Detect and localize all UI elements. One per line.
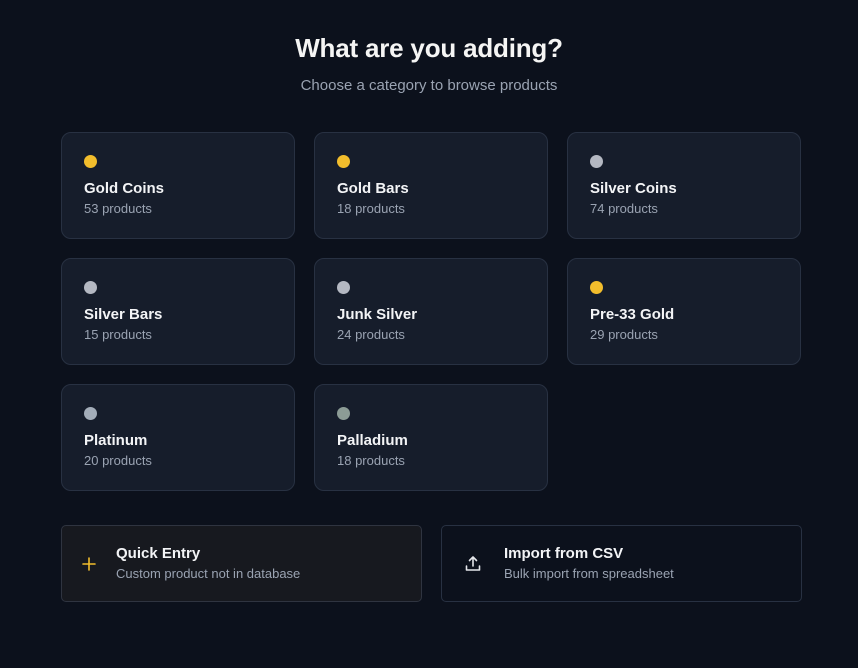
category-color-dot [337,407,350,420]
category-name: Silver Coins [590,180,677,197]
quick-entry-button[interactable]: Quick Entry Custom product not in databa… [61,525,422,602]
category-name: Silver Bars [84,306,163,323]
quick-entry-text: Quick Entry Custom product not in databa… [116,545,300,582]
category-color-dot [84,155,97,168]
import-csv-subtitle: Bulk import from spreadsheet [504,566,674,581]
category-name: Gold Coins [84,180,164,197]
category-card-platinum[interactable]: Platinum 20 products [61,384,295,491]
category-name: Platinum [84,432,148,449]
category-count: 74 products [590,201,658,216]
page-subtitle: Choose a category to browse products [300,77,558,94]
category-count: 20 products [84,453,152,468]
category-color-dot [590,155,603,168]
category-card-gold-bars[interactable]: Gold Bars 18 products [314,132,548,239]
import-csv-text: Import from CSV Bulk import from spreads… [504,545,674,582]
category-name: Gold Bars [337,180,409,197]
category-card-palladium[interactable]: Palladium 18 products [314,384,548,491]
category-color-dot [590,281,603,294]
upload-icon [442,555,504,573]
category-count: 15 products [84,327,152,342]
category-card-gold-coins[interactable]: Gold Coins 53 products [61,132,295,239]
category-count: 18 products [337,453,405,468]
category-count: 29 products [590,327,658,342]
category-card-silver-bars[interactable]: Silver Bars 15 products [61,258,295,365]
category-name: Palladium [337,432,408,449]
import-csv-title: Import from CSV [504,545,624,562]
category-card-junk-silver[interactable]: Junk Silver 24 products [314,258,548,365]
category-color-dot [337,155,350,168]
category-card-pre-33-gold[interactable]: Pre-33 Gold 29 products [567,258,801,365]
category-grid: Gold Coins 53 products Gold Bars 18 prod… [61,132,801,491]
category-color-dot [84,281,97,294]
import-csv-button[interactable]: Import from CSV Bulk import from spreads… [441,525,802,602]
action-row: Quick Entry Custom product not in databa… [61,525,802,602]
plus-icon [62,556,116,571]
category-count: 53 products [84,201,152,216]
category-color-dot [84,407,97,420]
quick-entry-title: Quick Entry [116,545,201,562]
add-product-page: What are you adding? Choose a category t… [0,0,858,668]
quick-entry-subtitle: Custom product not in database [116,566,301,581]
category-count: 24 products [337,327,405,342]
page-title: What are you adding? [295,33,563,63]
category-card-silver-coins[interactable]: Silver Coins 74 products [567,132,801,239]
category-color-dot [337,281,350,294]
category-count: 18 products [337,201,405,216]
category-name: Pre-33 Gold [590,306,675,323]
category-name: Junk Silver [337,306,418,323]
